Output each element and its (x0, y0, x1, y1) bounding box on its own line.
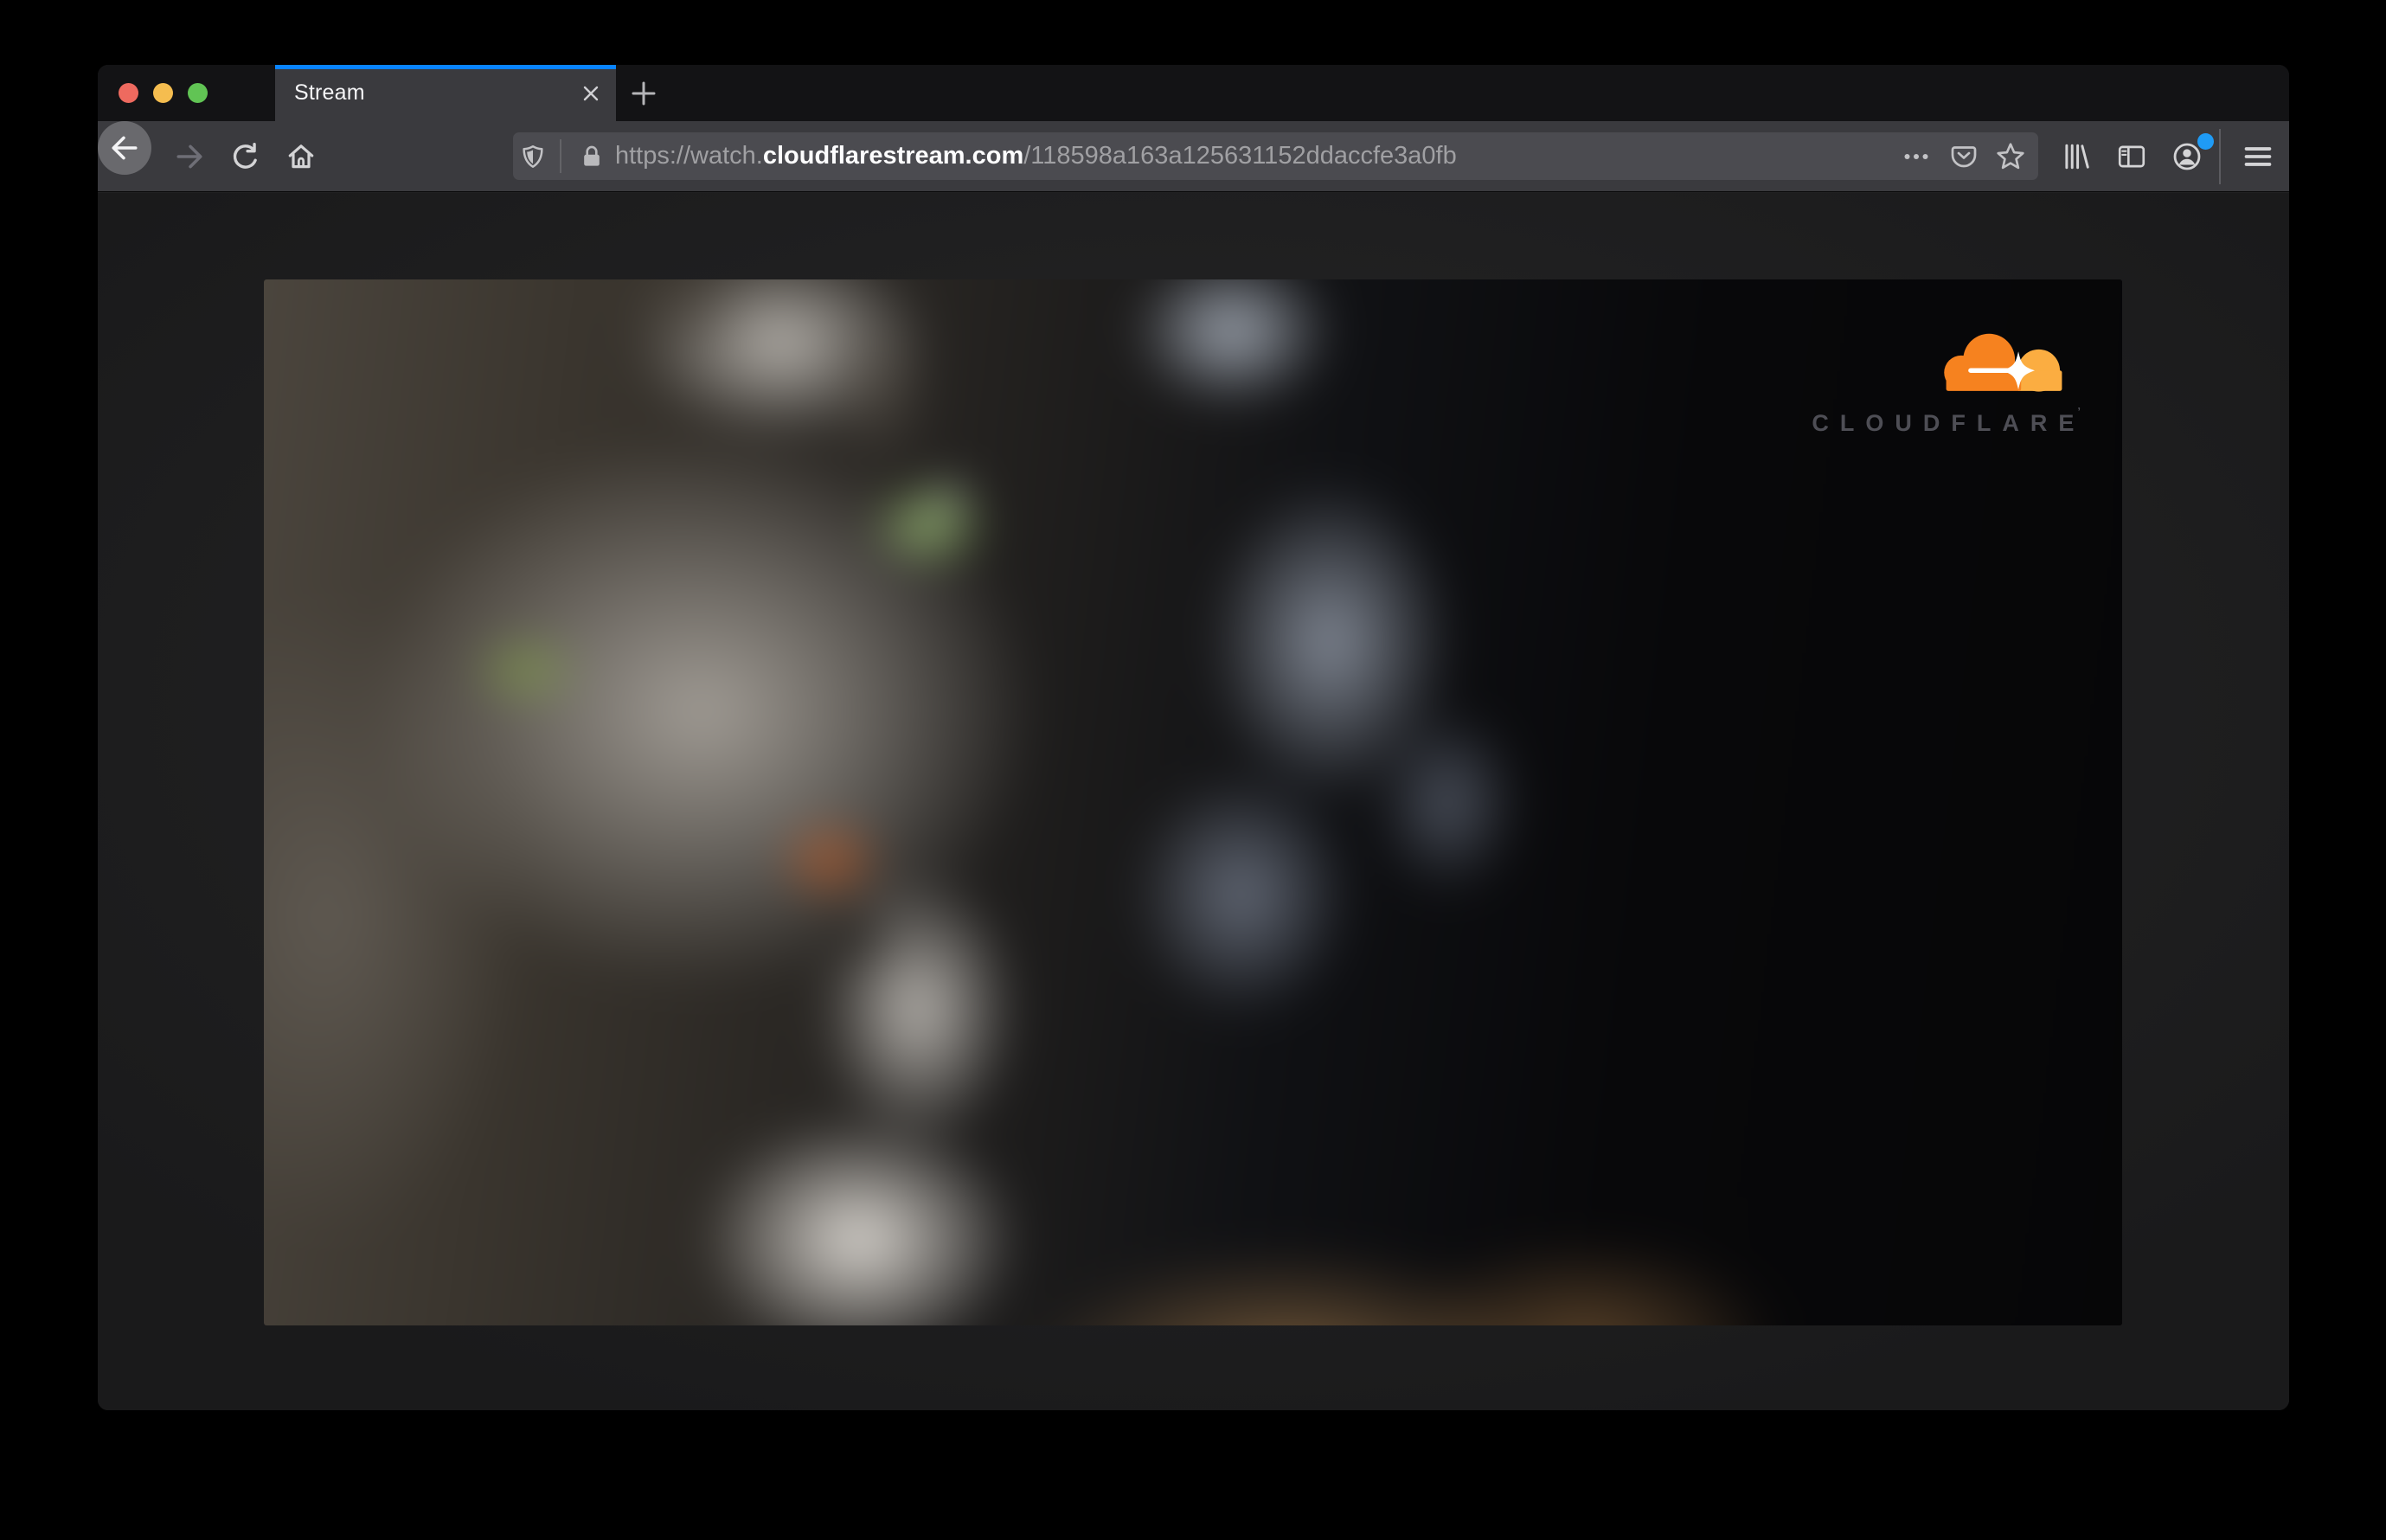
bookmark-star-icon (1995, 141, 2026, 172)
sidebar-button[interactable] (2111, 136, 2152, 177)
screen: Stream https://watch.cloudflarestream.co… (0, 0, 2386, 1540)
tracking-protection-button[interactable] (516, 139, 550, 174)
account-notification-badge (2197, 133, 2214, 150)
url-path: /118598a163a125631152ddaccfe3a0fb (1023, 142, 1457, 170)
page-actions-ellipsis-icon (1902, 142, 1931, 171)
forward-button[interactable] (169, 136, 210, 177)
page-content: CLOUDFLARE’ (98, 193, 2289, 1410)
tab-bar: Stream (98, 65, 2289, 121)
library-icon (2061, 141, 2092, 172)
home-button[interactable] (280, 136, 322, 177)
plus-icon (629, 79, 658, 108)
url-bar-separator (560, 139, 561, 173)
url-scheme-subdomain: https://watch. (615, 142, 763, 170)
reload-icon (230, 141, 261, 172)
window-close-button[interactable] (119, 83, 138, 103)
reload-button[interactable] (225, 136, 266, 177)
url-host: cloudflarestream.com (762, 142, 1024, 170)
home-icon (285, 141, 317, 172)
cloudflare-cloud-icon (1931, 330, 2068, 394)
cloudflare-watermark-text: CLOUDFLARE’ (1812, 405, 2086, 436)
video-player[interactable]: CLOUDFLARE’ (264, 279, 2122, 1325)
cloudflare-watermark: CLOUDFLARE’ (1789, 330, 2081, 437)
lock-icon (579, 144, 605, 170)
pocket-icon (1949, 142, 1979, 171)
window-minimize-button[interactable] (153, 83, 173, 103)
bookmark-button[interactable] (1993, 139, 2028, 174)
sidebar-icon (2116, 141, 2147, 172)
library-button[interactable] (2056, 136, 2097, 177)
navigation-toolbar: https://watch.cloudflarestream.com/11859… (98, 121, 2289, 192)
menu-icon (2242, 140, 2274, 173)
back-icon (109, 132, 140, 164)
new-tab-button[interactable] (623, 73, 664, 114)
window-zoom-button[interactable] (188, 83, 208, 103)
page-actions-button[interactable] (1899, 139, 1934, 174)
toolbar-separator (2219, 129, 2221, 184)
active-tab-indicator (275, 65, 616, 69)
menu-button[interactable] (2237, 136, 2279, 177)
save-to-pocket-button[interactable] (1947, 139, 1981, 174)
forward-icon (174, 141, 205, 172)
browser-window: Stream https://watch.cloudflarestream.co… (98, 65, 2289, 1410)
tab-title: Stream (294, 80, 365, 105)
url-text: https://watch.cloudflarestream.com/11859… (615, 132, 1457, 180)
tab-close-button[interactable] (580, 83, 601, 104)
back-button[interactable] (98, 121, 151, 175)
trademark-mark: ’ (2077, 405, 2081, 418)
tab-stream[interactable]: Stream (275, 65, 616, 121)
address-bar[interactable]: https://watch.cloudflarestream.com/11859… (513, 132, 2038, 180)
window-controls (119, 83, 208, 104)
close-icon (580, 83, 601, 104)
site-security-button[interactable] (574, 139, 609, 174)
tracking-protection-shield-icon (519, 143, 547, 170)
